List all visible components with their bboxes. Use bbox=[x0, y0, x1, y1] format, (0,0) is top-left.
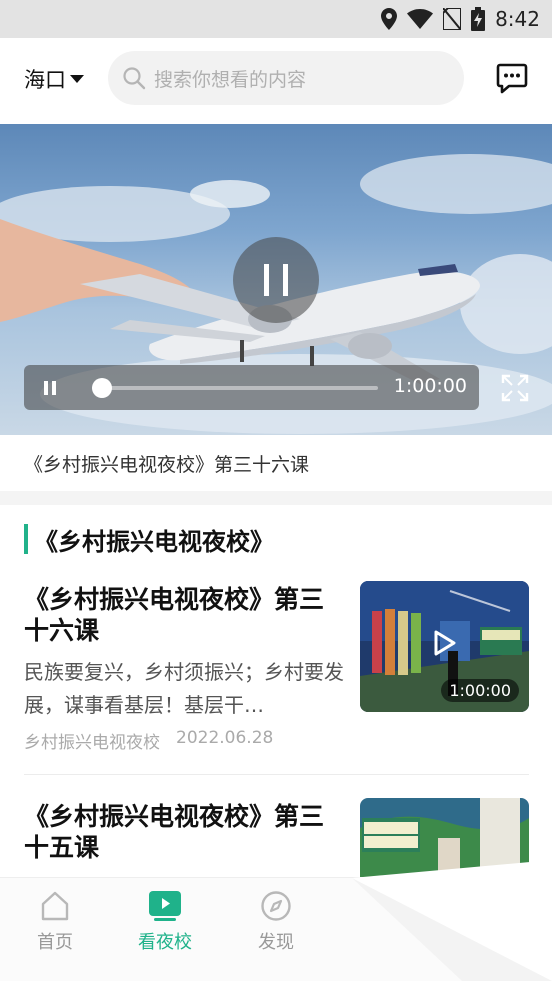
compass-icon bbox=[261, 891, 291, 921]
thumbnail-duration: 1:00:00 bbox=[441, 679, 519, 702]
section-accent-bar bbox=[24, 524, 28, 554]
video-duration: 1:00:00 bbox=[393, 375, 467, 397]
tab-label: 发现 bbox=[258, 932, 294, 953]
search-placeholder: 搜索你想看的内容 bbox=[154, 68, 307, 91]
search-bar[interactable]: 搜索你想看的内容 bbox=[108, 51, 464, 105]
page-curl-decoration bbox=[352, 860, 552, 981]
now-playing-title: 《乡村振兴电视夜校》第三十六课 bbox=[24, 454, 310, 476]
tab-label: 首页 bbox=[37, 932, 73, 953]
location-icon bbox=[381, 8, 398, 30]
tab-home[interactable]: 首页 bbox=[15, 890, 95, 954]
message-icon[interactable] bbox=[496, 62, 528, 94]
item-date: 2022.06.28 bbox=[176, 728, 274, 748]
video-controls: 1:00:00 bbox=[24, 365, 479, 410]
play-icon bbox=[434, 630, 456, 656]
city-name: 海口 bbox=[24, 68, 66, 92]
list-divider bbox=[24, 774, 529, 775]
home-icon bbox=[41, 891, 69, 921]
no-sim-icon bbox=[443, 8, 462, 30]
item-description: 民族要复兴，乡村须振兴；乡村要发展，谋事看基层！基层干… bbox=[24, 660, 344, 717]
tab-discover[interactable]: 发现 bbox=[236, 890, 316, 954]
video-player[interactable]: 1:00:00 bbox=[0, 124, 552, 435]
wifi-icon bbox=[407, 9, 434, 29]
tab-label: 看夜校 bbox=[138, 932, 192, 953]
item-thumbnail[interactable]: 1:00:00 bbox=[360, 581, 529, 712]
item-title: 《乡村振兴电视夜校》第三十五课 bbox=[24, 802, 325, 862]
fullscreen-icon[interactable] bbox=[501, 374, 529, 402]
item-meta: 乡村振兴电视夜校 2022.06.28 bbox=[24, 728, 273, 753]
section-title: 《乡村振兴电视夜校》 bbox=[34, 528, 274, 556]
status-icons: 8:42 bbox=[381, 0, 540, 38]
caret-down-icon bbox=[70, 75, 84, 83]
top-header: 海口 搜索你想看的内容 bbox=[0, 38, 552, 124]
item-source: 乡村振兴电视夜校 bbox=[24, 733, 160, 753]
progress-bar[interactable] bbox=[92, 378, 378, 398]
tv-icon bbox=[149, 891, 181, 921]
status-bar: 8:42 bbox=[0, 0, 552, 38]
section-gap bbox=[0, 491, 552, 505]
tab-watch[interactable]: 看夜校 bbox=[125, 890, 205, 954]
progress-knob[interactable] bbox=[92, 378, 112, 398]
pause-small-icon[interactable] bbox=[40, 378, 60, 398]
item-title: 《乡村振兴电视夜校》第三十六课 bbox=[24, 585, 325, 645]
status-time: 8:42 bbox=[495, 7, 540, 31]
city-selector[interactable]: 海口 bbox=[24, 64, 84, 94]
pause-overlay-button[interactable] bbox=[233, 237, 319, 323]
pause-icon bbox=[264, 264, 288, 296]
search-icon bbox=[123, 67, 146, 90]
battery-charging-icon bbox=[471, 7, 486, 31]
list-item[interactable]: 《乡村振兴电视夜校》第三十六课 民族要复兴，乡村须振兴；乡村要发展，谋事看基层！… bbox=[24, 581, 529, 754]
